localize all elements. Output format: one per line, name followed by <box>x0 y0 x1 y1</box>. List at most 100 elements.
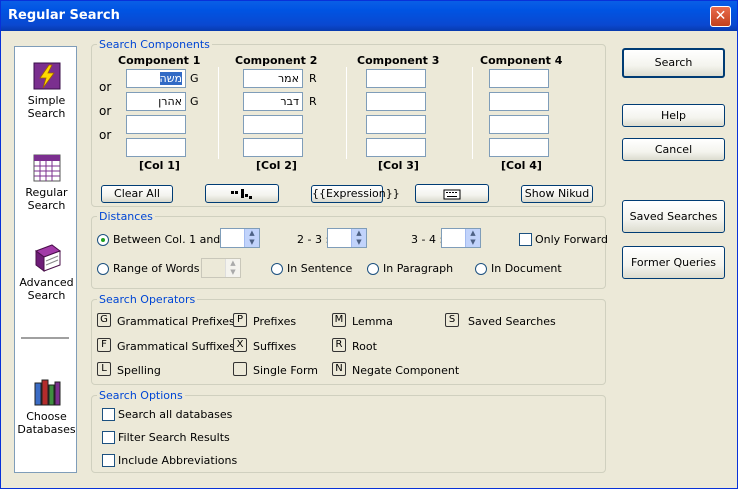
regular-search-window: Regular Search ✕ Simple Search Regular S… <box>0 0 738 489</box>
operator-key-f[interactable]: F <box>97 338 111 352</box>
spin-arrows-icon[interactable]: ▲ ▼ <box>465 229 480 247</box>
nav-regular-label2: Search <box>27 199 66 212</box>
show-nikud-button[interactable]: Show Nikud <box>521 185 593 203</box>
filter-search-results-label: Filter Search Results <box>118 431 230 444</box>
operator-label: Root <box>352 340 377 353</box>
expression-button[interactable]: {{Expression}} <box>311 185 400 203</box>
input-value: אהרן <box>158 95 182 108</box>
keyboard-icon <box>443 189 461 200</box>
spin-arrows-icon[interactable]: ▲ ▼ <box>244 229 259 247</box>
range-of-words-label: Range of Words <box>113 262 200 275</box>
spin-arrows-icon[interactable]: ▲ ▼ <box>225 259 240 277</box>
dots-arrow-icon <box>231 189 252 199</box>
in-document-radio[interactable] <box>475 263 487 275</box>
distance-pattern-button[interactable] <box>205 184 279 203</box>
component2-input-2[interactable]: דבר <box>243 92 303 111</box>
component3-header: Component 3 <box>357 54 440 67</box>
distance-2-3-label: 2 - 3 : <box>297 233 330 246</box>
col3-label: [Col 3] <box>378 159 419 172</box>
operator-key-g[interactable]: G <box>97 313 111 327</box>
operator-key-n[interactable]: N <box>332 362 346 376</box>
input-value: דבר <box>280 95 299 108</box>
operator-label: Saved Searches <box>468 315 556 328</box>
component3-input-1[interactable] <box>366 69 426 88</box>
include-abbreviations-label: Include Abbreviations <box>118 454 238 467</box>
operator-key-r[interactable]: R <box>332 338 346 352</box>
include-abbreviations-checkbox[interactable] <box>102 454 115 467</box>
operator-key-single-form[interactable] <box>233 362 247 376</box>
cancel-button[interactable]: Cancel <box>622 138 725 161</box>
in-sentence-radio[interactable] <box>271 263 283 275</box>
in-sentence-label: In Sentence <box>287 262 353 275</box>
search-button[interactable]: Search <box>622 48 725 78</box>
only-forward-checkbox[interactable] <box>519 233 532 246</box>
column-divider <box>472 67 473 159</box>
range-of-words-radio[interactable] <box>97 263 109 275</box>
operator-tag: R <box>309 95 317 108</box>
search-options-legend: Search Options <box>97 389 185 402</box>
between-radio[interactable] <box>97 234 109 246</box>
nav-choose-databases[interactable]: Choose Databases <box>15 377 78 436</box>
col4-label: [Col 4] <box>501 159 542 172</box>
nav-advanced-search[interactable]: Advanced Search <box>15 243 78 302</box>
nav-simple-search[interactable]: Simple Search <box>15 61 78 120</box>
input-value: משה <box>159 72 182 85</box>
operator-key-s[interactable]: S <box>445 313 459 327</box>
component4-input-1[interactable] <box>489 69 549 88</box>
former-queries-button[interactable]: Former Queries <box>622 246 725 279</box>
component4-input-2[interactable] <box>489 92 549 111</box>
operator-tag: G <box>190 95 199 108</box>
in-document-label: In Document <box>491 262 562 275</box>
operator-label: Lemma <box>352 315 393 328</box>
filter-search-results-checkbox[interactable] <box>102 431 115 444</box>
nav-advanced-label2: Search <box>27 289 66 302</box>
component4-header: Component 4 <box>480 54 563 67</box>
operator-key-m[interactable]: M <box>332 313 346 327</box>
or-label: or <box>99 80 112 94</box>
component3-input-3[interactable] <box>366 115 426 134</box>
nav-regular-label1: Regular <box>25 186 68 199</box>
distance-3-4-spinner[interactable]: ▲ ▼ <box>441 228 481 248</box>
col2-label: [Col 2] <box>256 159 297 172</box>
saved-searches-button[interactable]: Saved Searches <box>622 200 725 233</box>
operator-label: Grammatical Prefixes <box>117 315 235 328</box>
component1-input-3[interactable] <box>126 115 186 134</box>
in-paragraph-radio[interactable] <box>367 263 379 275</box>
component4-input-3[interactable] <box>489 115 549 134</box>
help-button[interactable]: Help <box>622 104 725 127</box>
operator-label: Grammatical Suffixes <box>117 340 235 353</box>
operator-key-l[interactable]: L <box>97 362 111 376</box>
search-all-databases-checkbox[interactable] <box>102 408 115 421</box>
operator-label: Single Form <box>253 364 319 377</box>
window-title: Regular Search <box>8 8 120 23</box>
component3-input-4[interactable] <box>366 138 426 157</box>
distance-2-3-spinner[interactable]: ▲ ▼ <box>327 228 367 248</box>
lightning-icon <box>33 62 60 90</box>
or-label: or <box>99 128 112 142</box>
spin-arrows-icon[interactable]: ▲ ▼ <box>351 229 366 247</box>
component1-input-1[interactable]: משה <box>126 69 186 88</box>
close-button[interactable]: ✕ <box>710 6 731 27</box>
operator-key-p[interactable]: P <box>233 313 247 327</box>
input-value: אמר <box>277 72 299 85</box>
clear-all-button[interactable]: Clear All <box>101 185 173 203</box>
component1-input-2[interactable]: אהרן <box>126 92 186 111</box>
component1-input-4[interactable] <box>126 138 186 157</box>
nav-regular-search[interactable]: Regular Search <box>15 153 78 212</box>
column-divider <box>218 67 219 159</box>
component2-input-4[interactable] <box>243 138 303 157</box>
operator-key-x[interactable]: X <box>233 338 247 352</box>
col1-label: [Col 1] <box>139 159 180 172</box>
distance-1-2-spinner[interactable]: ▲ ▼ <box>220 228 260 248</box>
keyboard-button[interactable] <box>415 184 489 203</box>
component2-input-3[interactable] <box>243 115 303 134</box>
nav-separator <box>21 337 69 340</box>
distance-3-4-label: 3 - 4 : <box>411 233 444 246</box>
title-bar[interactable]: Regular Search ✕ <box>1 1 737 31</box>
component3-input-2[interactable] <box>366 92 426 111</box>
nav-choose-label2: Databases <box>17 423 76 436</box>
component2-input-1[interactable]: אמר <box>243 69 303 88</box>
nav-advanced-label1: Advanced <box>19 276 74 289</box>
component4-input-4[interactable] <box>489 138 549 157</box>
range-spinner[interactable]: ▲ ▼ <box>201 258 241 278</box>
